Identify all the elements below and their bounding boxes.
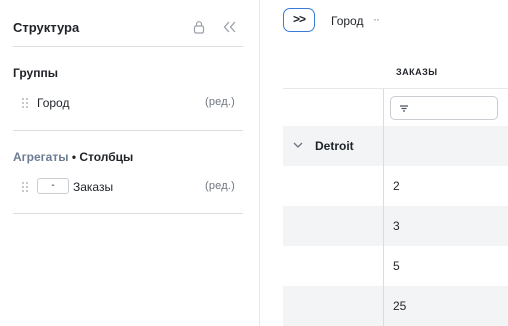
title-separator: • bbox=[71, 150, 77, 164]
aggregates-section-title: Агрегаты • Столбцы bbox=[13, 150, 133, 164]
aggregate-item-label: Заказы bbox=[73, 180, 114, 194]
column-separator bbox=[383, 126, 384, 166]
filter-row-blank bbox=[283, 88, 383, 126]
aggregate-function-select[interactable]: - bbox=[37, 178, 69, 194]
collapse-panel-icon[interactable] bbox=[222, 20, 238, 34]
drag-handle-icon[interactable] bbox=[21, 97, 29, 109]
divider bbox=[13, 213, 243, 214]
column-separator bbox=[383, 286, 384, 326]
table-row: 25 bbox=[283, 286, 508, 326]
table-row: 2 bbox=[283, 166, 508, 206]
expand-panel-button[interactable]: >> bbox=[283, 8, 315, 32]
structure-panel: Структура Группы Город (ред.) Агрегаты •… bbox=[0, 0, 260, 326]
edit-link[interactable]: (ред.) bbox=[205, 96, 235, 108]
orders-value: 2 bbox=[393, 179, 400, 193]
structure-panel-title: Структура bbox=[13, 20, 80, 35]
column-separator bbox=[383, 246, 384, 286]
divider bbox=[13, 46, 243, 47]
groups-section-title: Группы bbox=[13, 66, 58, 80]
column-header-orders[interactable]: ЗАКАЗЫ bbox=[383, 48, 508, 88]
orders-value: 25 bbox=[393, 299, 407, 313]
orders-value: 5 bbox=[393, 259, 400, 273]
filter-cell bbox=[383, 88, 508, 126]
group-item-label: Город bbox=[37, 96, 70, 110]
structure-panel-header: Структура bbox=[0, 0, 260, 56]
column-filter-input[interactable] bbox=[390, 96, 498, 120]
table-row: 3 bbox=[283, 206, 508, 246]
orders-value: 3 bbox=[393, 219, 400, 233]
columns-title: Столбцы bbox=[79, 150, 134, 164]
group-row-detroit[interactable]: Detroit bbox=[283, 126, 508, 166]
drag-handle-icon[interactable] bbox=[21, 181, 29, 193]
lock-icon[interactable] bbox=[192, 20, 206, 34]
divider bbox=[13, 130, 243, 131]
breadcrumb-group[interactable]: Город bbox=[331, 14, 363, 28]
breadcrumb-more-icon[interactable]: ·· bbox=[373, 12, 380, 26]
filter-icon bbox=[400, 105, 408, 112]
edit-link[interactable]: (ред.) bbox=[205, 180, 235, 192]
group-label: Detroit bbox=[315, 139, 354, 153]
aggregates-title: Агрегаты bbox=[13, 150, 69, 164]
aggregate-item-orders[interactable]: - Заказы (ред.) bbox=[13, 175, 243, 199]
table-row: 5 bbox=[283, 246, 508, 286]
column-separator bbox=[383, 206, 384, 246]
pivot-grid: ЗАКАЗЫ Detroit 2 3 5 25 bbox=[283, 48, 508, 326]
pivot-view: >> Город ·· ЗАКАЗЫ Detroit 2 3 5 25 bbox=[261, 0, 508, 326]
column-separator bbox=[383, 166, 384, 206]
group-item-city[interactable]: Город (ред.) bbox=[13, 91, 243, 115]
chevron-down-icon[interactable] bbox=[293, 141, 303, 149]
